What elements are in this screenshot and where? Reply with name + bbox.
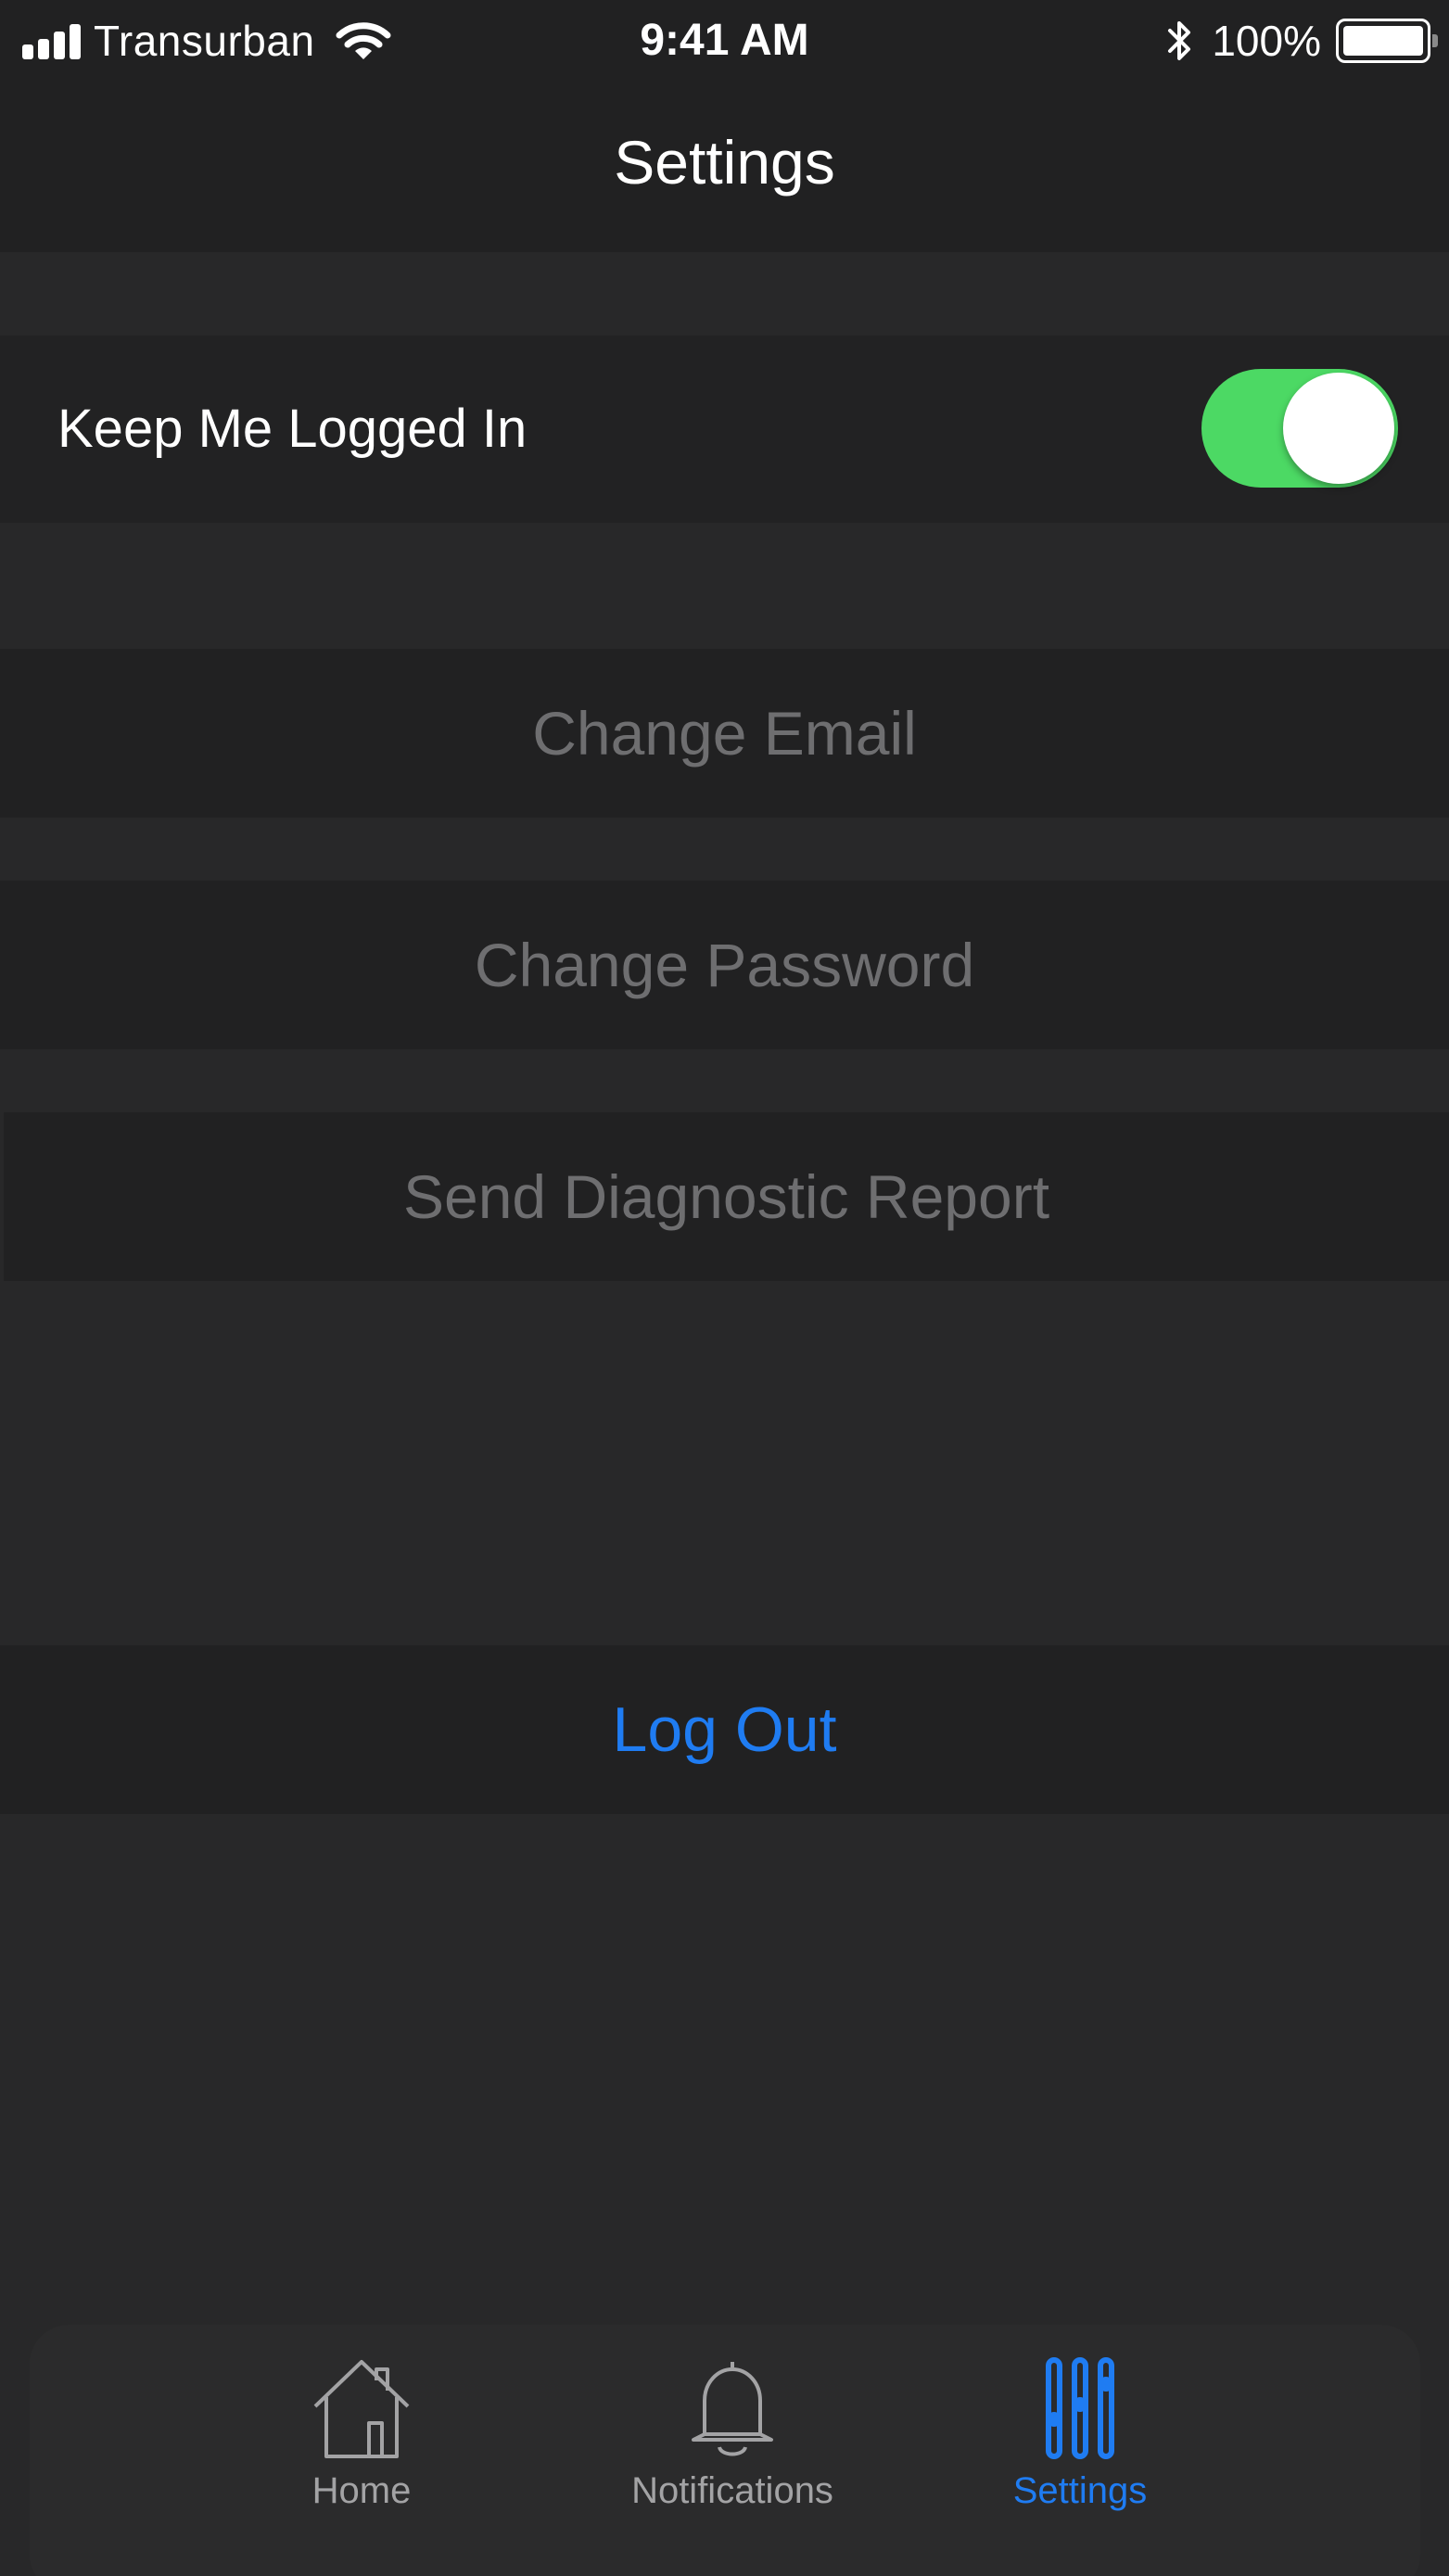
- tab-notifications[interactable]: Notifications: [593, 2354, 871, 2514]
- battery-percentage: 100%: [1212, 17, 1321, 65]
- toggle-knob: [1283, 373, 1394, 484]
- status-right-group: 100%: [1165, 11, 1438, 70]
- tab-notifications-label: Notifications: [631, 2470, 833, 2511]
- tab-home-label: Home: [311, 2470, 412, 2511]
- keep-logged-in-label: Keep Me Logged In: [57, 399, 527, 459]
- battery-icon: [1336, 19, 1438, 63]
- page-title: Settings: [614, 128, 835, 197]
- tab-home[interactable]: Home: [269, 2354, 454, 2514]
- status-bar: Transurban 9:41 AM 100%: [0, 0, 1449, 82]
- log-out-button[interactable]: Log Out: [0, 1645, 1449, 1814]
- top-bar: Transurban 9:41 AM 100% Settings: [0, 0, 1449, 252]
- bluetooth-icon: [1168, 21, 1191, 60]
- change-email-button[interactable]: Change Email: [0, 649, 1449, 818]
- send-diagnostic-report-button[interactable]: Send Diagnostic Report: [4, 1112, 1449, 1281]
- sliders-icon: [1046, 2357, 1114, 2459]
- change-password-button[interactable]: Change Password: [0, 881, 1449, 1049]
- battery-level: [1343, 26, 1423, 56]
- keep-logged-in-toggle[interactable]: [1201, 369, 1398, 488]
- tab-settings-label: Settings: [1012, 2470, 1148, 2511]
- settings-screen: Transurban 9:41 AM 100% Settings Keep Me…: [0, 0, 1449, 2576]
- tab-settings[interactable]: Settings: [983, 2354, 1177, 2514]
- bell-icon: [692, 2362, 773, 2456]
- house-icon: [313, 2360, 410, 2458]
